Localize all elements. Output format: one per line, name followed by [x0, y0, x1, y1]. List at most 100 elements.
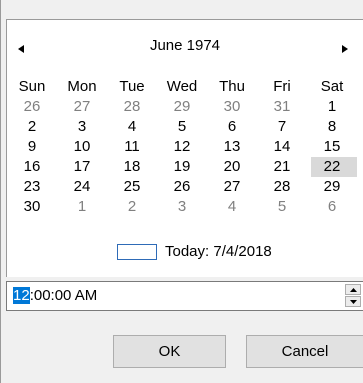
hour-segment[interactable]: 12: [13, 287, 30, 304]
calendar-day-label: 27: [223, 178, 241, 195]
calendar-day[interactable]: 6: [207, 117, 257, 137]
calendar-day-other-month[interactable]: 6: [307, 197, 357, 217]
today-marker[interactable]: [117, 244, 157, 260]
calendar-day-label: 4: [227, 198, 237, 215]
calendar-day-label: 16: [23, 158, 41, 175]
calendar-day[interactable]: 9: [7, 137, 57, 157]
calendar-day-other-month[interactable]: 30: [207, 97, 257, 117]
calendar-day-label: 11: [124, 138, 140, 155]
calendar-day[interactable]: 1: [307, 97, 357, 117]
time-picker[interactable]: 12:00:00 AM: [6, 281, 363, 311]
time-value[interactable]: 12:00:00 AM: [13, 287, 97, 305]
calendar-day[interactable]: 27: [207, 177, 257, 197]
calendar-header: June 1974: [7, 20, 363, 76]
triangle-down-icon: [349, 299, 357, 304]
calendar-day-label: 3: [177, 198, 187, 215]
calendar-day-label: 1: [77, 198, 87, 215]
calendar-day[interactable]: 17: [57, 157, 107, 177]
calendar-day-label: 17: [73, 158, 91, 175]
triangle-right-icon: [342, 45, 348, 53]
calendar-day[interactable]: 25: [107, 177, 157, 197]
today-link[interactable]: Today: 7/4/2018: [165, 243, 272, 260]
calendar-day-label: 29: [173, 98, 191, 115]
calendar-day-label: 9: [27, 138, 37, 155]
calendar-day-label: 31: [273, 98, 291, 115]
day-name-thu: Thu: [219, 78, 245, 95]
calendar-day-other-month[interactable]: 3: [157, 197, 207, 217]
day-of-week-header: Sun Mon Tue Wed Thu Fri Sat: [7, 77, 357, 97]
calendar-day-label: 30: [23, 198, 41, 215]
calendar-day-other-month[interactable]: 28: [107, 97, 157, 117]
calendar-day-other-month[interactable]: 31: [257, 97, 307, 117]
calendar-day-other-month[interactable]: 5: [257, 197, 307, 217]
calendar-day[interactable]: 18: [107, 157, 157, 177]
next-month-button[interactable]: [337, 41, 353, 57]
calendar-day-label: 24: [73, 178, 91, 195]
calendar-day[interactable]: 26: [157, 177, 207, 197]
calendar-day[interactable]: 7: [257, 117, 307, 137]
calendar-day[interactable]: 16: [7, 157, 57, 177]
calendar-day[interactable]: 15: [307, 137, 357, 157]
calendar-day-other-month[interactable]: 26: [7, 97, 57, 117]
ok-button[interactable]: OK: [113, 335, 226, 368]
calendar-day[interactable]: 12: [157, 137, 207, 157]
calendar-day[interactable]: 11: [107, 137, 157, 157]
calendar-day-label: 6: [327, 198, 337, 215]
calendar-day-label: 12: [173, 138, 191, 155]
calendar-day-label: 3: [77, 118, 87, 135]
day-name-wed: Wed: [166, 78, 198, 95]
calendar-day[interactable]: 2: [7, 117, 57, 137]
day-name-sat: Sat: [320, 78, 344, 95]
calendar-day-other-month[interactable]: 2: [107, 197, 157, 217]
week-row: 23 24 25 26 27 28 29: [7, 177, 357, 197]
calendar-day[interactable]: 20: [207, 157, 257, 177]
calendar-day-label: 5: [177, 118, 187, 135]
calendar-day[interactable]: 8: [307, 117, 357, 137]
calendar-day-label: 30: [223, 98, 241, 115]
calendar-day-label: 28: [123, 98, 141, 115]
spin-down-button[interactable]: [345, 296, 361, 307]
calendar-day-label: 10: [73, 138, 91, 155]
calendar-day-label: 2: [127, 198, 137, 215]
week-row: 30 1 2 3 4 5 6: [7, 197, 357, 217]
spin-up-button[interactable]: [345, 284, 361, 295]
calendar-day[interactable]: 5: [157, 117, 207, 137]
calendar-day[interactable]: 13: [207, 137, 257, 157]
calendar-day-label: 22: [323, 158, 341, 175]
calendar-day-other-month[interactable]: 1: [57, 197, 107, 217]
calendar-day-label: 1: [327, 98, 337, 115]
calendar-day-other-month[interactable]: 27: [57, 97, 107, 117]
time-remainder[interactable]: :00:00 AM: [30, 287, 98, 304]
calendar-day-label: 18: [123, 158, 141, 175]
day-name-fri: Fri: [273, 78, 291, 95]
calendar-day-label: 23: [23, 178, 41, 195]
calendar-day[interactable]: 30: [7, 197, 57, 217]
calendar-day[interactable]: 23: [7, 177, 57, 197]
calendar-day[interactable]: 19: [157, 157, 207, 177]
month-calendar[interactable]: June 1974 Sun Mon Tue Wed Thu Fri Sat 26…: [6, 19, 363, 277]
time-spinner[interactable]: [345, 284, 363, 308]
dialog-left-border: [0, 0, 1, 383]
calendar-day[interactable]: 21: [257, 157, 307, 177]
cancel-button[interactable]: Cancel: [246, 335, 363, 368]
calendar-day-label: 15: [323, 138, 341, 155]
calendar-day-other-month[interactable]: 4: [207, 197, 257, 217]
calendar-day-label: 20: [223, 158, 241, 175]
calendar-day-label: 21: [273, 158, 291, 175]
calendar-day-label: 14: [273, 138, 291, 155]
week-row: 9 10 11 12 13 14 15: [7, 137, 357, 157]
calendar-day[interactable]: 28: [257, 177, 307, 197]
calendar-day-label: 26: [173, 178, 191, 195]
calendar-day[interactable]: 29: [307, 177, 357, 197]
day-name-tue: Tue: [119, 78, 145, 95]
calendar-day[interactable]: 10: [57, 137, 107, 157]
week-row: 26 27 28 29 30 31 1: [7, 97, 357, 117]
calendar-day[interactable]: 22: [307, 157, 357, 177]
calendar-day[interactable]: 14: [257, 137, 307, 157]
day-name-sun: Sun: [18, 78, 46, 95]
calendar-day-other-month[interactable]: 29: [157, 97, 207, 117]
calendar-day[interactable]: 4: [107, 117, 157, 137]
month-year-title[interactable]: June 1974: [7, 37, 363, 54]
calendar-day[interactable]: 3: [57, 117, 107, 137]
calendar-day[interactable]: 24: [57, 177, 107, 197]
